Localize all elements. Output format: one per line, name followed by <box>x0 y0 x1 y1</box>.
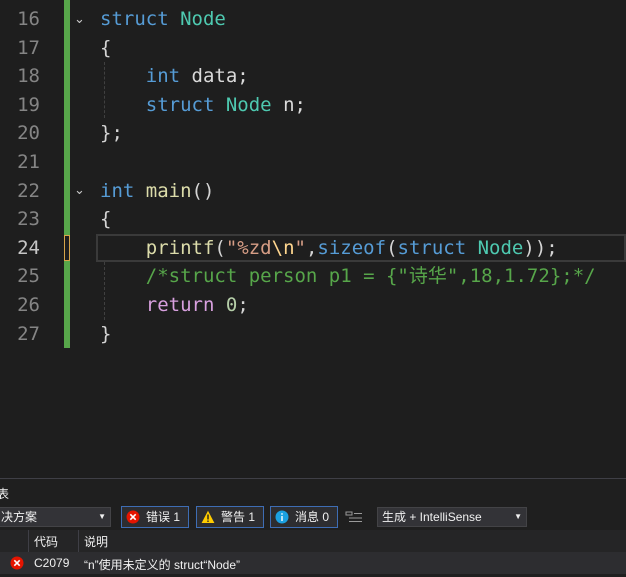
error-icon <box>126 510 140 524</box>
code-line: int main() <box>100 177 214 206</box>
warnings-filter-button[interactable]: 警告 1 <box>196 506 264 528</box>
table-row[interactable]: C2079 “n”使用未定义的 struct“Node” <box>0 552 626 574</box>
code-line: } <box>100 320 111 349</box>
source-dropdown-label: 生成 + IntelliSense <box>382 510 482 524</box>
line-number: 18 <box>17 65 40 88</box>
punctuation: () <box>191 179 215 202</box>
keyword: struct <box>145 93 215 116</box>
comment: /*struct person p1 = {"诗华",18,1.72};*/ <box>145 265 596 288</box>
chevron-down-icon: ▼ <box>514 512 522 521</box>
keyword: int <box>100 179 135 202</box>
code-line: struct Node <box>100 5 226 34</box>
punctuation: ; <box>237 294 249 316</box>
punctuation: , <box>305 236 318 259</box>
brace: { <box>100 208 112 231</box>
line-number: 23 <box>17 208 40 231</box>
warnings-filter-label: 警告 1 <box>221 510 256 524</box>
code-line: return 0; <box>100 291 249 320</box>
error-list-header: 代码 说明 <box>0 530 626 552</box>
column-header-code[interactable]: 代码 <box>34 533 58 550</box>
line-number: 20 <box>17 122 40 145</box>
function-name: main <box>145 179 192 202</box>
string-literal: " <box>294 236 306 259</box>
panel-title: 表 <box>0 487 10 501</box>
identifier: n; <box>283 93 306 116</box>
source-dropdown[interactable]: 生成 + IntelliSense ▼ <box>377 507 527 527</box>
keyword: return <box>145 294 215 316</box>
error-description: “n”使用未定义的 struct“Node” <box>84 558 241 572</box>
number-literal: 0 <box>225 294 238 316</box>
fold-chevron-icon[interactable]: ⌄ <box>74 184 88 198</box>
code-line: int data; <box>100 62 249 91</box>
chevron-down-icon: ▼ <box>98 512 106 521</box>
code-line-current[interactable]: printf("%zd\n",sizeof(struct Node)); <box>100 234 558 263</box>
messages-filter-button[interactable]: 消息 0 <box>270 506 338 528</box>
code-line: { <box>100 34 111 63</box>
string-literal: "%zd <box>225 236 272 259</box>
filter-icon[interactable] <box>345 510 363 524</box>
messages-filter-label: 消息 0 <box>295 510 330 524</box>
scope-dropdown-label: 决方案 <box>1 510 38 524</box>
error-list-toolbar: 决方案 ▼ 错误 1 警告 1 消息 0 生成 + IntelliSense ▼ <box>0 505 626 529</box>
punctuation: )); <box>523 236 558 259</box>
code-editor[interactable]: 16 17 18 19 20 21 22 23 24 25 26 27 ⌄ ⌄ … <box>0 0 626 478</box>
keyword: int <box>145 65 181 88</box>
warning-icon <box>201 510 215 523</box>
info-icon <box>275 510 289 524</box>
identifier: data; <box>191 65 249 88</box>
type-name: Node <box>477 236 524 259</box>
brace: { <box>100 36 112 59</box>
line-number: 21 <box>17 151 40 173</box>
line-number: 17 <box>17 36 40 59</box>
code-line: struct Node n; <box>100 91 306 120</box>
code-line: /*struct person p1 = {"诗华",18,1.72};*/ <box>100 262 596 291</box>
line-number-current: 24 <box>17 236 40 259</box>
current-line-marker <box>64 235 70 261</box>
type-name: Node <box>180 8 226 30</box>
function-name: printf <box>145 236 215 259</box>
type-name: Node <box>225 93 272 116</box>
brace: }; <box>100 122 123 145</box>
change-tracking-bar <box>64 0 70 348</box>
error-code: C2079 <box>34 556 70 570</box>
brace: } <box>100 322 112 345</box>
error-icon <box>10 556 24 570</box>
line-number: 27 <box>17 322 40 345</box>
line-number: 19 <box>17 93 40 116</box>
line-number: 26 <box>17 294 40 316</box>
line-number: 22 <box>17 179 40 202</box>
punctuation: ( <box>386 236 398 259</box>
escape-sequence: \n <box>271 236 295 259</box>
code-line: { <box>100 205 111 234</box>
line-number: 25 <box>17 265 40 288</box>
fold-chevron-icon[interactable]: ⌄ <box>74 13 88 27</box>
keyword: struct <box>100 8 169 30</box>
errors-filter-label: 错误 1 <box>146 510 181 524</box>
line-number: 16 <box>17 8 40 30</box>
scope-dropdown[interactable]: 决方案 ▼ <box>0 507 111 527</box>
keyword: sizeof <box>317 236 387 259</box>
keyword: struct <box>397 236 467 259</box>
column-header-description[interactable]: 说明 <box>84 533 108 550</box>
errors-filter-button[interactable]: 错误 1 <box>121 506 189 528</box>
error-list-panel: 表 决方案 ▼ 错误 1 警告 1 消息 0 生成 + IntelliSense… <box>0 478 626 577</box>
punctuation: ( <box>214 236 226 259</box>
code-line: }; <box>100 119 123 148</box>
